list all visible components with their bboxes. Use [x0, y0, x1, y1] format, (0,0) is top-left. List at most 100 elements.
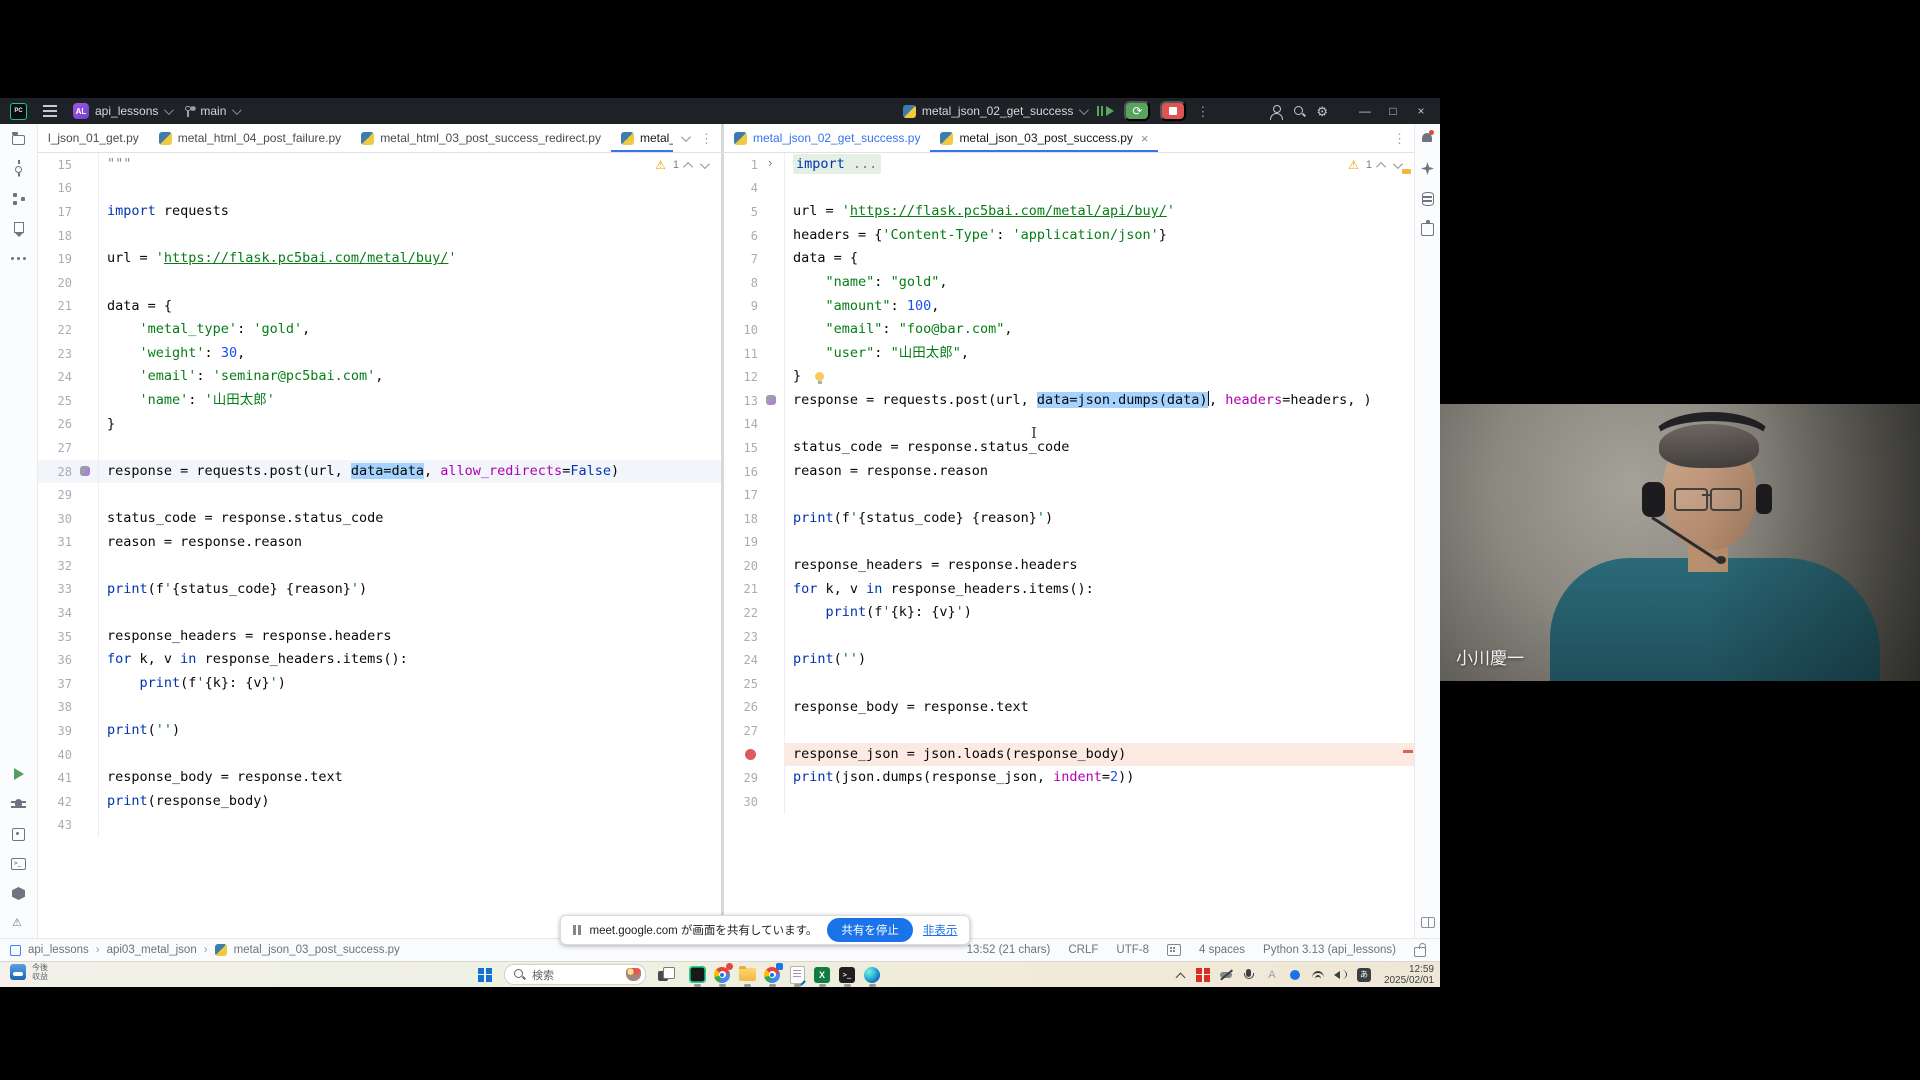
line-number[interactable]: 31	[38, 535, 76, 549]
code-text[interactable]: url = 'https://flask.pc5bai.com/metal/bu…	[99, 247, 721, 271]
code-line[interactable]: 25 'name': '山田太郎'	[38, 389, 721, 413]
editor-tab[interactable]: metal_json_03_post_success.py×	[930, 124, 1158, 152]
code-text[interactable]: print(response_body)	[99, 790, 721, 814]
line-number[interactable]: 22	[38, 323, 76, 337]
code-text[interactable]: print(json.dumps(response_json, indent=2…	[785, 766, 1414, 790]
code-line[interactable]: 42 print(response_body)	[38, 790, 721, 814]
code-text[interactable]: print(f'{k}: {v}')	[785, 601, 1414, 625]
tab-options-icon[interactable]	[700, 132, 713, 145]
settings-gear-icon[interactable]: ⚙	[1316, 105, 1328, 118]
code-line[interactable]: 34	[38, 601, 721, 625]
code-line[interactable]: 1import ...	[724, 153, 1414, 177]
caret-position[interactable]: 13:52 (21 chars)	[967, 944, 1051, 956]
code-line[interactable]: 28response = requests.post(url, data=dat…	[38, 460, 721, 484]
editor-pane-right[interactable]: 1import ... 4 5 url = 'https://flask.pc5bai…	[724, 153, 1414, 938]
pycharm-logo-icon[interactable]: PC	[10, 103, 27, 120]
code-with-me-icon[interactable]	[1269, 104, 1283, 118]
code-text[interactable]: "email": "foo@bar.com",	[785, 318, 1414, 342]
code-text[interactable]: }	[99, 413, 721, 437]
line-number[interactable]: 5	[724, 205, 762, 219]
taskbar-app-chrome-profile[interactable]	[761, 963, 783, 987]
taskbar-app-chrome[interactable]	[711, 963, 733, 987]
line-number[interactable]: 37	[38, 677, 76, 691]
code-line[interactable]: 13response = requests.post(url, data=jso…	[724, 389, 1414, 413]
line-number[interactable]: 36	[38, 653, 76, 667]
code-line[interactable]: 36for k, v in response_headers.items():	[38, 648, 721, 672]
line-number[interactable]: 15	[38, 158, 76, 172]
line-number[interactable]: 20	[38, 276, 76, 290]
meet-presenting-icon[interactable]	[1196, 968, 1210, 982]
intention-bulb-icon[interactable]	[815, 372, 824, 381]
python-packages-icon[interactable]	[10, 825, 27, 842]
code-text[interactable]: response_body = response.text	[785, 696, 1414, 720]
code-line[interactable]: 26}	[38, 413, 721, 437]
code-text[interactable]: }	[785, 365, 1414, 389]
code-line[interactable]: 43	[38, 814, 721, 838]
code-line[interactable]: 6headers = {'Content-Type': 'application…	[724, 224, 1414, 248]
code-line[interactable]: 20response_headers = response.headers	[724, 554, 1414, 578]
line-number[interactable]: 33	[38, 582, 76, 596]
terminal-icon[interactable]	[10, 855, 27, 872]
code-line[interactable]: 39print('')	[38, 719, 721, 743]
code-line[interactable]: 17	[724, 483, 1414, 507]
code-text[interactable]: 'email': 'seminar@pc5bai.com',	[99, 365, 721, 389]
code-line[interactable]: 16	[38, 177, 721, 201]
task-view-button[interactable]	[658, 967, 674, 983]
start-button[interactable]	[478, 968, 492, 982]
previous-problem-icon[interactable]	[683, 161, 693, 171]
code-line[interactable]: 14	[724, 413, 1414, 437]
line-number[interactable]: 21	[724, 582, 762, 596]
line-number[interactable]: 15	[724, 441, 762, 455]
line-number[interactable]: 8	[724, 276, 762, 290]
line-number[interactable]: 11	[724, 347, 762, 361]
bookmarks-icon[interactable]	[10, 220, 27, 237]
services-icon[interactable]	[10, 885, 27, 902]
code-text[interactable]: print('')	[785, 648, 1414, 672]
line-number[interactable]: 18	[38, 229, 76, 243]
code-line[interactable]: 23	[724, 625, 1414, 649]
line-number[interactable]: 29	[38, 488, 76, 502]
code-line[interactable]: 10 "email": "foo@bar.com",	[724, 318, 1414, 342]
code-line[interactable]: 24 'email': 'seminar@pc5bai.com',	[38, 365, 721, 389]
line-number[interactable]: 17	[38, 205, 76, 219]
code-text[interactable]: "user": "山田太郎",	[785, 342, 1414, 366]
microphone-icon[interactable]	[1242, 968, 1256, 982]
error-stripe-warning-mark[interactable]	[1402, 169, 1411, 174]
code-text[interactable]: url = 'https://flask.pc5bai.com/metal/ap…	[785, 200, 1414, 224]
line-number[interactable]: 13	[724, 394, 762, 408]
line-number[interactable]: 42	[38, 795, 76, 809]
line-number[interactable]: 27	[724, 724, 762, 738]
code-text[interactable]: print(f'{status_code} {reason}')	[785, 507, 1414, 531]
line-number[interactable]: 4	[724, 181, 762, 195]
main-menu-icon[interactable]	[43, 110, 57, 112]
minimize-button[interactable]: —	[1356, 104, 1374, 118]
line-number[interactable]: 26	[38, 417, 76, 431]
code-line[interactable]: 40	[38, 743, 721, 767]
taskbar-app-notepad[interactable]	[786, 963, 808, 987]
code-text[interactable]: import ...	[785, 153, 1414, 177]
editor-tab[interactable]: metal_json_02_get_success.py	[724, 124, 930, 152]
code-line[interactable]: 26response_body = response.text	[724, 696, 1414, 720]
code-line[interactable]: 4	[724, 177, 1414, 201]
line-number[interactable]: 10	[724, 323, 762, 337]
structure-icon[interactable]	[10, 190, 27, 207]
code-line[interactable]: 35response_headers = response.headers	[38, 625, 721, 649]
read-only-lock-icon[interactable]	[1414, 947, 1426, 957]
code-line[interactable]: 18print(f'{status_code} {reason}')	[724, 507, 1414, 531]
code-text[interactable]: data = {	[99, 295, 721, 319]
editor-tab[interactable]: metal_html_04_post_failure.py	[149, 124, 351, 152]
code-text[interactable]: reason = response.reason	[785, 460, 1414, 484]
line-number[interactable]: 19	[724, 535, 762, 549]
code-line[interactable]: 19 url = 'https://flask.pc5bai.com/metal/…	[38, 247, 721, 271]
code-text[interactable]: reason = response.reason	[99, 531, 721, 555]
code-line[interactable]: 17import requests	[38, 200, 721, 224]
code-line[interactable]: 7data = {	[724, 247, 1414, 271]
code-text[interactable]: data = {	[785, 247, 1414, 271]
ai-prompt-icon[interactable]	[762, 389, 785, 413]
code-line[interactable]: 30	[724, 790, 1414, 814]
line-number[interactable]: 12	[724, 370, 762, 384]
line-ending[interactable]: CRLF	[1068, 944, 1098, 956]
line-number[interactable]: 19	[38, 252, 76, 266]
code-line[interactable]: response_json = json.loads(response_body…	[724, 743, 1414, 767]
run-icon[interactable]	[10, 765, 27, 782]
